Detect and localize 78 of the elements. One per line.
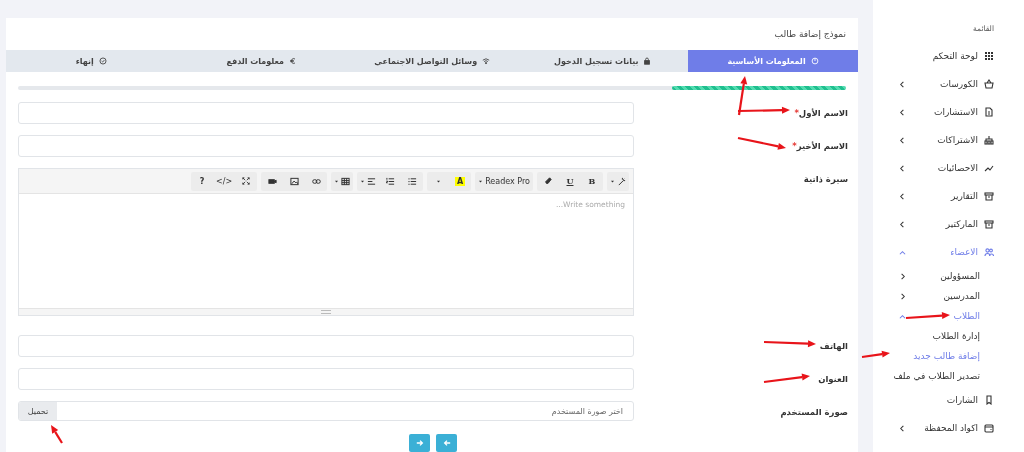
arrow-left-icon xyxy=(442,439,451,447)
circle-icon xyxy=(810,57,819,65)
sidebar-item[interactable]: إدارة الطلاب xyxy=(873,326,1024,346)
link-icon xyxy=(311,176,321,186)
fullscreen-icon xyxy=(242,177,251,185)
font-dropdown[interactable]: Readex Pro xyxy=(475,171,533,191)
file-field[interactable]: اختر صورة المستخدم تحميل xyxy=(18,401,634,421)
caret-icon xyxy=(478,178,484,184)
chart-line-icon xyxy=(984,163,994,173)
eraser-icon xyxy=(544,177,552,185)
table-icon xyxy=(341,176,351,186)
annotation-arrow xyxy=(861,350,890,359)
sidebar-item[interactable]: الاحصائيات xyxy=(873,154,1024,182)
caret-icon xyxy=(360,178,366,184)
tab[interactable]: إنهاء xyxy=(6,50,177,72)
archive-icon xyxy=(984,219,994,229)
caret-icon xyxy=(435,178,441,184)
sidebar-item[interactable]: الشارات xyxy=(873,386,1024,414)
document-icon xyxy=(984,107,994,117)
image-icon xyxy=(289,176,299,186)
tab[interactable]: وسائل التواصل الاجتماعي xyxy=(347,50,518,72)
input-field[interactable] xyxy=(18,135,634,157)
bullet-list-icon xyxy=(407,176,417,186)
check-circle-icon xyxy=(98,57,107,65)
sidebar-item[interactable]: الكورسات xyxy=(873,70,1024,98)
tab[interactable]: بيانات تسجيل الدخول xyxy=(517,50,688,72)
lock-icon xyxy=(643,57,652,65)
upload-button[interactable]: تحميل xyxy=(19,402,57,420)
sidebar-item[interactable]: المدرسين xyxy=(873,286,1024,306)
field-label: الاسم الأخير* xyxy=(792,141,848,152)
sidebar-item[interactable]: الماركتير xyxy=(873,210,1024,238)
sidebar-item[interactable]: إضافة طالب جديد xyxy=(873,346,1024,366)
field-label: العنوان xyxy=(818,374,848,385)
sidebar-item[interactable]: لوحة التحكم xyxy=(873,42,1024,70)
grid-icon xyxy=(984,51,994,61)
align-icon xyxy=(367,176,377,186)
wallet-icon xyxy=(984,423,994,433)
tab[interactable]: معلومات الدفع xyxy=(176,50,347,72)
annotation-arrow xyxy=(737,136,787,150)
file-placeholder: اختر صورة المستخدم xyxy=(550,406,624,416)
field-label: الهاتف xyxy=(819,341,848,352)
euro-icon xyxy=(289,57,298,65)
field-label: سيرة ذاتية xyxy=(803,174,848,185)
annotation-arrow xyxy=(763,340,816,348)
sidebar-item[interactable]: المسؤولين xyxy=(873,266,1024,286)
annotation-arrow xyxy=(51,425,63,444)
arrow-right-icon xyxy=(415,439,424,447)
basket-icon xyxy=(984,79,994,89)
sidebar-item[interactable]: الاعضاء xyxy=(873,238,1024,266)
sidebar-item[interactable]: تصدير الطلاب في ملف xyxy=(873,366,1024,386)
video-icon xyxy=(267,176,277,186)
bold-button[interactable]: B xyxy=(581,171,603,191)
resize-handle[interactable] xyxy=(321,310,331,314)
input-field[interactable] xyxy=(18,368,634,390)
bookmark-icon xyxy=(984,395,994,405)
caret-icon xyxy=(334,178,340,184)
annotation-arrow xyxy=(905,312,950,320)
field-label: صورة المستخدم xyxy=(780,407,848,418)
sidebar-item[interactable]: الطلاب xyxy=(873,306,1024,326)
caret-icon xyxy=(610,178,615,184)
tab[interactable]: المعلومات الأساسية xyxy=(688,50,858,72)
archive-icon xyxy=(984,191,994,201)
form-title: نموذج إضافة طالب xyxy=(773,28,847,42)
numbered-list-icon xyxy=(385,176,395,186)
magic-wand-icon xyxy=(617,176,626,186)
input-field[interactable] xyxy=(18,102,634,124)
field-label: الاسم الأول* xyxy=(794,108,848,119)
help-button[interactable]: ? xyxy=(191,171,214,191)
code-button[interactable]: </> xyxy=(213,171,236,191)
underline-button[interactable]: U xyxy=(559,171,581,191)
sidebar-item[interactable]: التقارير xyxy=(873,182,1024,210)
users-icon xyxy=(984,247,994,257)
sidebar-item[interactable]: الاشتراكات xyxy=(873,126,1024,154)
annotation-arrow xyxy=(764,373,811,384)
sidebar-item[interactable]: اكواد المحفظة xyxy=(873,414,1024,442)
input-field[interactable] xyxy=(18,335,634,357)
sidebar-item[interactable]: الاستشارات xyxy=(873,98,1024,126)
wifi-icon xyxy=(482,57,491,65)
